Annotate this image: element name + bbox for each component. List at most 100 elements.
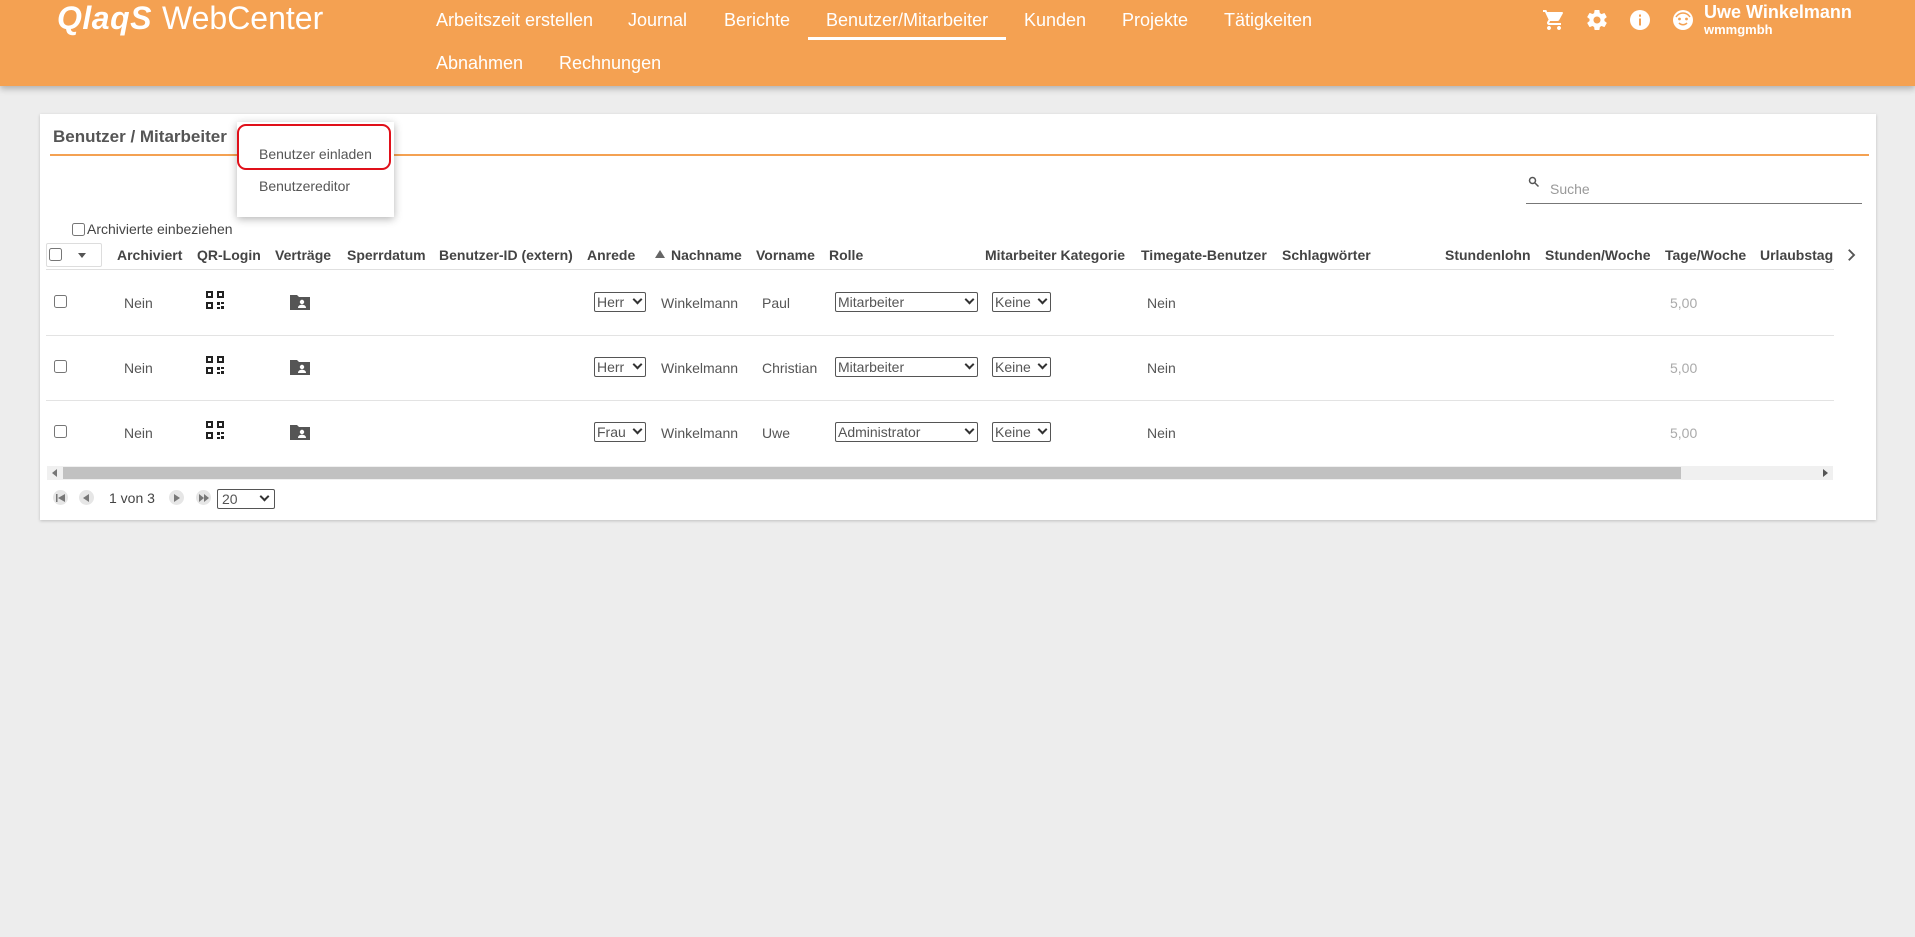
row-checkbox[interactable] (54, 425, 67, 438)
chevron-down-icon (1037, 424, 1048, 435)
chevron-down-icon (964, 359, 975, 370)
col-schlagwoerter[interactable]: Schlagwörter (1282, 247, 1371, 267)
rolle-select[interactable]: Mitarbeiter (835, 292, 978, 312)
search-input[interactable] (1550, 178, 1850, 200)
col-benutzer-id[interactable]: Benutzer-ID (extern) (439, 247, 573, 267)
row-divider (46, 335, 1834, 336)
gear-icon[interactable] (1584, 7, 1610, 33)
last-page-icon (198, 493, 209, 502)
col-urlaubstage[interactable]: Urlaubstag (1760, 247, 1836, 267)
kategorie-select[interactable]: Keine (992, 422, 1051, 442)
nav-kunden[interactable]: Kunden (1024, 0, 1086, 40)
user-avatar-icon[interactable] (1670, 7, 1696, 33)
kategorie-value: Keine (995, 424, 1031, 440)
anrede-select[interactable]: Herr (594, 292, 646, 312)
anrede-select[interactable]: Frau (594, 422, 646, 442)
col-vorname[interactable]: Vorname (756, 247, 815, 267)
chevron-down-icon[interactable] (78, 253, 86, 258)
menu-item-benutzereditor[interactable]: Benutzereditor (259, 178, 350, 194)
search-icon (1528, 176, 1540, 188)
info-icon[interactable] (1627, 7, 1653, 33)
rolle-select[interactable]: Mitarbeiter (835, 357, 978, 377)
prev-page-button[interactable] (79, 490, 94, 505)
last-page-button[interactable] (196, 490, 211, 505)
col-stunden-woche[interactable]: Stunden/Woche (1545, 247, 1651, 267)
folder-user-icon[interactable] (289, 423, 311, 441)
col-vertraege[interactable]: Verträge (275, 247, 331, 267)
cell-timegate: Nein (1147, 295, 1176, 311)
qr-code-icon[interactable] (205, 420, 225, 440)
cell-vorname: Uwe (762, 425, 791, 441)
user-name[interactable]: Uwe Winkelmann (1704, 2, 1852, 23)
chevron-down-icon (1037, 359, 1048, 370)
chevron-down-icon (259, 491, 270, 502)
col-stundenlohn[interactable]: Stundenlohn (1445, 247, 1531, 267)
cell-timegate: Nein (1147, 425, 1176, 441)
anrede-select[interactable]: Herr (594, 357, 646, 377)
cell-nachname: Winkelmann (661, 295, 739, 311)
qr-code-icon[interactable] (205, 355, 225, 375)
app-logo[interactable]: QlaqS WebCenter (57, 0, 323, 40)
col-rolle[interactable]: Rolle (829, 247, 863, 267)
anrede-value: Frau (597, 424, 626, 440)
page-title: Benutzer / Mitarbeiter (53, 127, 227, 146)
cell-timegate: Nein (1147, 360, 1176, 376)
page-size-select[interactable]: 20 (217, 489, 275, 509)
row-divider (46, 400, 1834, 401)
sort-ascending-icon[interactable] (655, 250, 665, 258)
logo-brand: QlaqS (57, 0, 152, 36)
col-qr-login[interactable]: QR-Login (197, 247, 261, 267)
rolle-value: Administrator (838, 424, 921, 440)
cell-archiviert: Nein (124, 295, 153, 311)
cell-archiviert: Nein (124, 425, 153, 441)
cell-vorname: Christian (762, 360, 818, 376)
nav-journal[interactable]: Journal (628, 0, 687, 40)
next-page-icon (174, 493, 180, 502)
menu-item-benutzer-einladen[interactable]: Benutzer einladen (259, 146, 372, 162)
chevron-right-icon[interactable] (1842, 246, 1860, 264)
col-timegate-benutzer[interactable]: Timegate-Benutzer (1141, 247, 1267, 267)
col-archiviert[interactable]: Archiviert (117, 247, 182, 267)
col-anrede[interactable]: Anrede (587, 247, 635, 267)
cell-tage-woche: 5,00 (1670, 295, 1698, 311)
scroll-left-arrow[interactable] (52, 469, 57, 477)
nav-abnahmen[interactable]: Abnahmen (436, 43, 523, 83)
col-nachname[interactable]: Nachname (671, 247, 742, 267)
cart-icon[interactable] (1541, 7, 1567, 33)
nav-taetigkeiten[interactable]: Tätigkeiten (1224, 0, 1312, 40)
first-page-button[interactable] (53, 490, 68, 505)
chevron-down-icon (964, 294, 975, 305)
kategorie-select[interactable]: Keine (992, 357, 1051, 377)
select-all-checkbox[interactable] (49, 248, 62, 261)
kategorie-value: Keine (995, 294, 1031, 310)
folder-user-icon[interactable] (289, 358, 311, 376)
row-checkbox[interactable] (54, 295, 67, 308)
row-checkbox[interactable] (54, 360, 67, 373)
archived-checkbox[interactable] (72, 222, 85, 236)
horizontal-scrollbar[interactable] (47, 466, 1833, 480)
qr-code-icon[interactable] (205, 290, 225, 310)
nav-arbeitszeit-erstellen[interactable]: Arbeitszeit erstellen (436, 0, 593, 40)
col-tage-woche[interactable]: Tage/Woche (1665, 247, 1746, 267)
cell-archiviert: Nein (124, 360, 153, 376)
rolle-select[interactable]: Administrator (835, 422, 978, 442)
rolle-value: Mitarbeiter (838, 294, 905, 310)
archived-toggle[interactable]: Archivierte einbeziehen (72, 221, 233, 237)
chevron-down-icon (964, 424, 975, 435)
kategorie-select[interactable]: Keine (992, 292, 1051, 312)
nav-berichte[interactable]: Berichte (724, 0, 790, 40)
scrollbar-thumb[interactable] (63, 467, 1681, 479)
nav-benutzer-mitarbeiter[interactable]: Benutzer/Mitarbeiter (808, 0, 1007, 40)
folder-user-icon[interactable] (289, 293, 311, 311)
nav-rechnungen[interactable]: Rechnungen (559, 43, 661, 83)
select-all-box[interactable] (46, 243, 102, 267)
anrede-value: Herr (597, 359, 625, 375)
col-mitarbeiter-kategorie[interactable]: Mitarbeiter Kategorie (985, 247, 1125, 267)
next-page-button[interactable] (169, 490, 184, 505)
col-sperrdatum[interactable]: Sperrdatum (347, 247, 426, 267)
cell-vorname: Paul (762, 295, 791, 311)
cell-tage-woche: 5,00 (1670, 425, 1698, 441)
archived-label: Archivierte einbeziehen (87, 221, 233, 237)
scroll-right-arrow[interactable] (1823, 469, 1828, 477)
nav-projekte[interactable]: Projekte (1122, 0, 1188, 40)
